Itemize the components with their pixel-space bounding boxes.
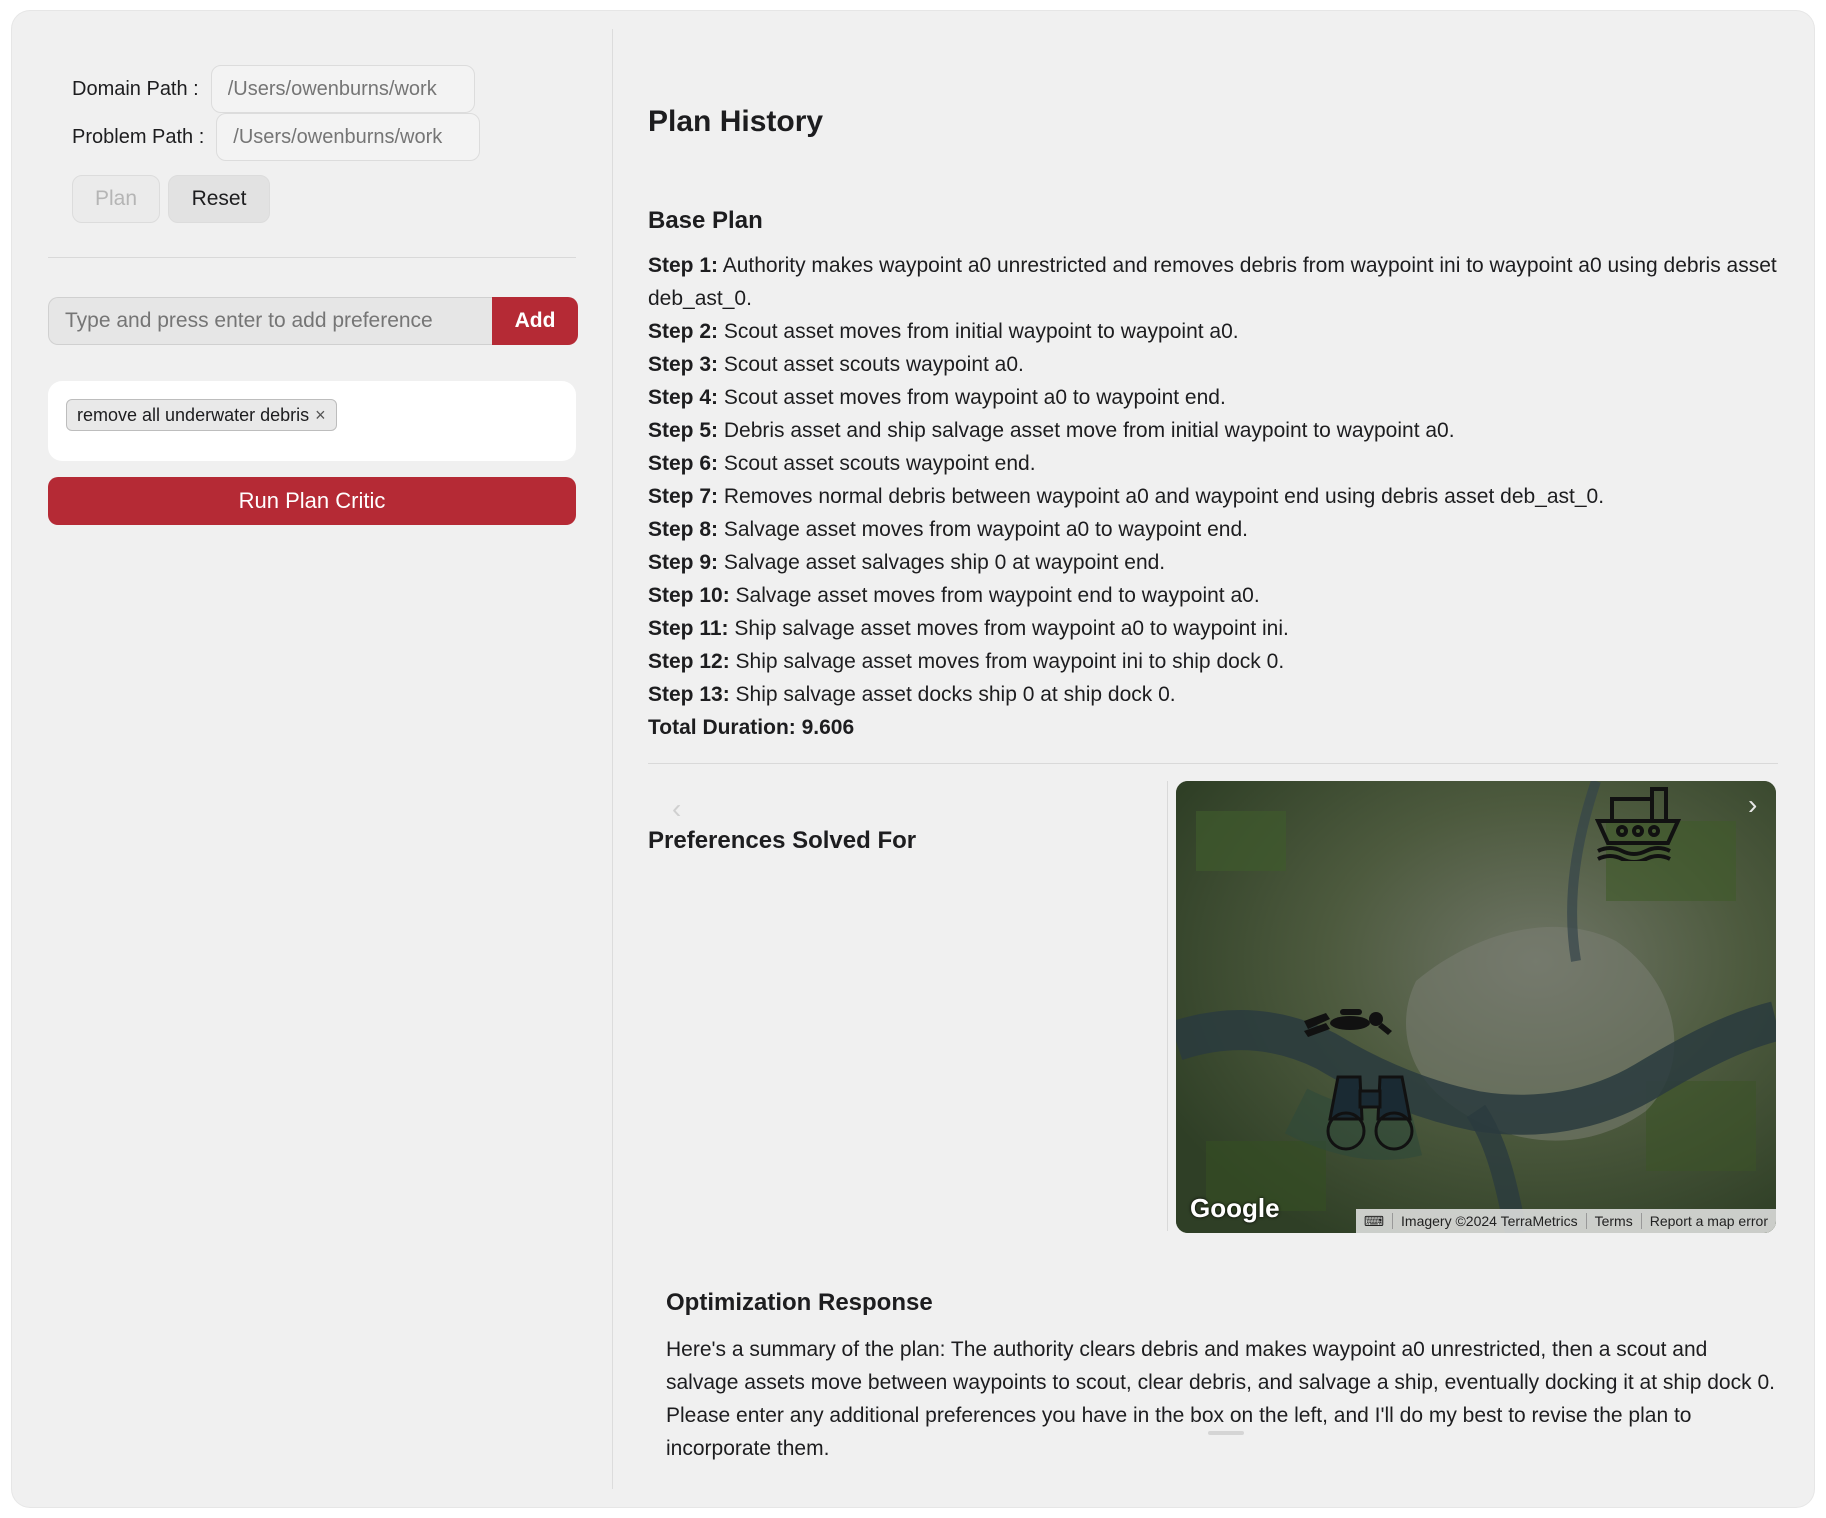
chevron-right-icon[interactable]: ›: [1748, 789, 1757, 821]
step-text: Ship salvage asset moves from waypoint a…: [734, 617, 1289, 640]
step-text: Removes normal debris between waypoint a…: [723, 485, 1605, 508]
step-label: Step 1:: [648, 254, 719, 277]
plan-step: Step 10: Salvage asset moves from waypoi…: [648, 579, 1778, 612]
step-text: Scout asset scouts waypoint a0.: [723, 353, 1024, 376]
problem-path-row: Problem Path :: [72, 113, 481, 161]
step-text: Salvage asset moves from waypoint a0 to …: [723, 518, 1248, 541]
step-label: Step 6:: [648, 452, 719, 475]
page-title: Plan History: [648, 105, 824, 138]
report-map-error-link[interactable]: Report a map error: [1640, 1213, 1776, 1229]
keyboard-icon[interactable]: ⌨: [1356, 1213, 1392, 1230]
google-logo: Google: [1190, 1193, 1280, 1223]
step-label: Step 3:: [648, 353, 719, 376]
problem-path-input[interactable]: [216, 113, 481, 161]
reset-button[interactable]: Reset: [168, 175, 270, 223]
step-text: Ship salvage asset docks ship 0 at ship …: [735, 683, 1176, 706]
step-label: Step 9:: [648, 551, 719, 574]
step-text: Scout asset moves from waypoint a0 to wa…: [723, 386, 1226, 409]
add-preference-button[interactable]: Add: [492, 297, 578, 345]
ship-icon[interactable]: [1590, 781, 1686, 861]
plan-step: Step 6: Scout asset scouts waypoint end.: [648, 447, 1778, 480]
step-label: Step 5:: [648, 419, 719, 442]
plan-step: Step 1: Authority makes waypoint a0 unre…: [648, 249, 1778, 315]
step-text: Salvage asset moves from waypoint end to…: [735, 584, 1260, 607]
optimization-response-text: Here's a summary of the plan: The author…: [666, 1338, 1775, 1460]
preference-input[interactable]: [48, 297, 492, 345]
preference-list: remove all underwater debris ×: [48, 381, 576, 461]
base-plan-title: Base Plan: [648, 207, 763, 234]
right-panel: Plan History Base Plan Step 1: Authority…: [648, 11, 1788, 1507]
carousel-divider: [1167, 781, 1168, 1231]
plan-step: Step 8: Salvage asset moves from waypoin…: [648, 513, 1778, 546]
step-text: Authority makes waypoint a0 unrestricted…: [648, 254, 1777, 310]
total-duration: Total Duration: 9.606: [648, 716, 855, 739]
plan-step: Step 5: Debris asset and ship salvage as…: [648, 414, 1778, 447]
step-label: Step 10:: [648, 584, 730, 607]
step-text: Debris asset and ship salvage asset move…: [723, 419, 1455, 442]
step-label: Step 13:: [648, 683, 730, 706]
preference-tag-label: remove all underwater debris: [77, 404, 310, 425]
plan-step: Step 2: Scout asset moves from initial w…: [648, 315, 1778, 348]
step-text: Scout asset moves from initial waypoint …: [723, 320, 1239, 343]
step-text: Scout asset scouts waypoint end.: [723, 452, 1036, 475]
close-icon[interactable]: ×: [315, 405, 326, 426]
domain-path-row: Domain Path :: [72, 65, 475, 113]
plan-step: Step 11: Ship salvage asset moves from w…: [648, 612, 1778, 645]
plan-step: Step 7: Removes normal debris between wa…: [648, 480, 1778, 513]
map-view[interactable]: › Google ⌨ Imagery ©2024 TerraMetrics Te…: [1176, 781, 1776, 1233]
optimization-response-title: Optimization Response: [666, 1289, 933, 1316]
preference-tag: remove all underwater debris ×: [66, 399, 337, 431]
step-label: Step 12:: [648, 650, 730, 673]
plan-step: Step 4: Scout asset moves from waypoint …: [648, 381, 1778, 414]
binoculars-icon[interactable]: [1320, 1069, 1420, 1153]
step-text: Ship salvage asset moves from waypoint i…: [735, 650, 1285, 673]
plan-button[interactable]: Plan: [72, 175, 160, 223]
plan-step: Step 9: Salvage asset salvages ship 0 at…: [648, 546, 1778, 579]
diver-icon[interactable]: [1300, 1003, 1396, 1039]
step-label: Step 7:: [648, 485, 719, 508]
plan-steps: Step 1: Authority makes waypoint a0 unre…: [648, 249, 1778, 744]
map-attribution: ⌨ Imagery ©2024 TerraMetrics Terms Repor…: [1355, 1209, 1776, 1233]
step-label: Step 4:: [648, 386, 719, 409]
panel-divider: [612, 29, 613, 1489]
preferences-solved-title: Preferences Solved For: [648, 827, 917, 854]
imagery-credit: Imagery ©2024 TerraMetrics: [1392, 1213, 1586, 1229]
domain-path-input[interactable]: [210, 65, 475, 113]
scroll-indicator[interactable]: [1208, 1431, 1244, 1435]
plan-step: Step 12: Ship salvage asset moves from w…: [648, 645, 1778, 678]
step-label: Step 2:: [648, 320, 719, 343]
plan-step: Step 13: Ship salvage asset docks ship 0…: [648, 678, 1778, 711]
left-panel: Domain Path : Problem Path : Plan Reset …: [12, 11, 612, 1507]
left-divider: [48, 257, 576, 258]
chevron-left-icon[interactable]: ‹: [672, 793, 681, 825]
run-plan-critic-button[interactable]: Run Plan Critic: [48, 477, 576, 525]
app-window: Domain Path : Problem Path : Plan Reset …: [12, 11, 1814, 1507]
step-label: Step 8:: [648, 518, 719, 541]
domain-path-label: Domain Path :: [72, 77, 199, 100]
plan-step: Step 3: Scout asset scouts waypoint a0.: [648, 348, 1778, 381]
satellite-imagery: [1176, 781, 1776, 1233]
terms-link[interactable]: Terms: [1585, 1213, 1641, 1229]
step-label: Step 11:: [648, 617, 729, 640]
plan-divider: [648, 763, 1778, 764]
problem-path-label: Problem Path :: [72, 125, 205, 148]
step-text: Salvage asset salvages ship 0 at waypoin…: [723, 551, 1166, 574]
